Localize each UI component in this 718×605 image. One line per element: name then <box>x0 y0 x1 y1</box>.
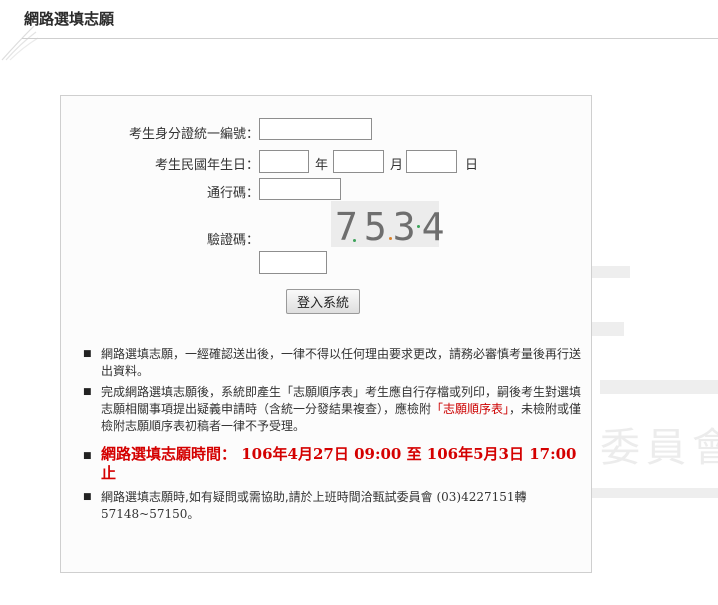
captcha-text: 7534 <box>335 205 451 249</box>
passcode-label: 通行碼： <box>206 186 259 201</box>
title-divider <box>22 38 718 39</box>
birth-month-input[interactable] <box>333 150 384 173</box>
notice-item-1: 網路選填志願，一經確認送出後，一律不得以任何理由要求更改，請務必審慎考量後再行送… <box>83 346 589 380</box>
background-stripe <box>600 380 718 394</box>
login-button[interactable]: 登入系統 <box>286 289 360 314</box>
page-title: 網路選填志願 <box>24 10 115 28</box>
captcha-noise-dot <box>417 225 420 228</box>
year-unit: 年 <box>315 158 329 173</box>
birth-day-input[interactable] <box>406 150 457 173</box>
captcha-input[interactable] <box>259 251 327 274</box>
notice-text: 網路選填志願時,如有疑問或需協助,請於上班時間洽甄試委員會 <box>101 490 433 504</box>
id-number-input[interactable] <box>259 118 372 140</box>
selection-period-notice: 網路選填志願時間： 106年4月27日 09:00 至 106年5月3日 17:… <box>83 445 589 483</box>
notice-list: 網路選填志願，一經確認送出後，一律不得以任何理由要求更改，請務必審慎考量後再行送… <box>83 346 589 527</box>
passcode-input[interactable] <box>259 178 341 200</box>
captcha-label: 驗證碼： <box>206 233 259 248</box>
notice-item-contact: 網路選填志願時,如有疑問或需協助,請於上班時間洽甄試委員會 (03)422715… <box>83 489 589 523</box>
birth-year-input[interactable] <box>259 150 309 173</box>
notice-item-2: 完成網路選填志願後，系統即產生「志願順序表」考生應自行存檔或列印，嗣後考生對選填… <box>83 384 589 435</box>
order-table-highlight: 「志願順序表」 <box>431 402 510 416</box>
captcha-noise-dot <box>353 239 356 242</box>
captcha-image: 7534 <box>331 201 445 249</box>
day-unit: 日 <box>465 158 479 173</box>
watermark-text: 委員會 <box>600 425 718 471</box>
month-unit: 月 <box>390 158 404 173</box>
captcha-noise-dot <box>389 237 392 240</box>
login-panel: 考生身分證統一編號： 考生民國年生日： 年 月 日 通行碼： 驗證碼： 7534… <box>60 95 592 573</box>
birth-date-label: 考生民國年生日： <box>154 158 259 173</box>
id-number-label: 考生身分證統一編號： <box>128 127 259 142</box>
